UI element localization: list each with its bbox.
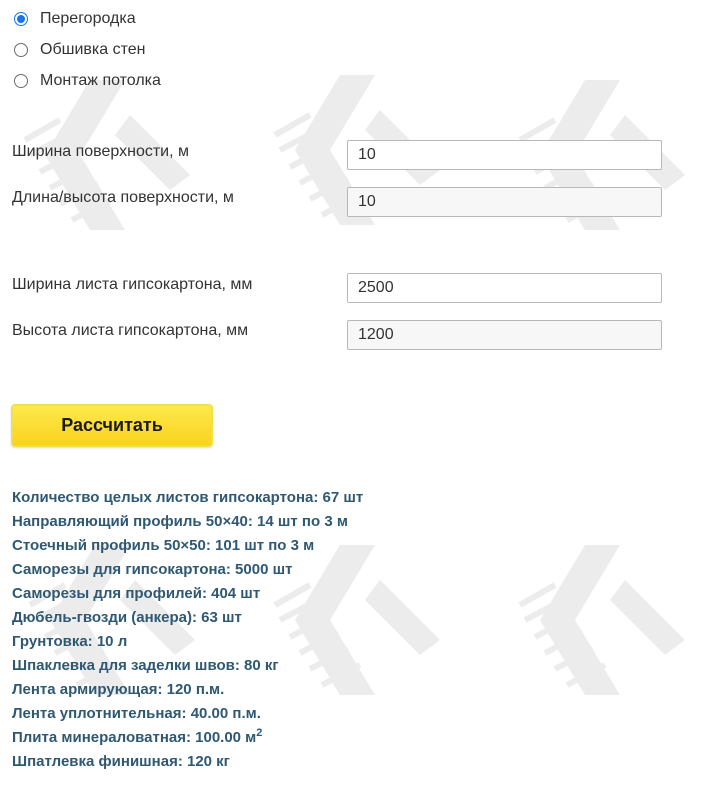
result-item: Стоечный профиль 50×50: 101 шт по 3 м: [12, 537, 315, 554]
radio-button-partition[interactable]: [14, 12, 28, 26]
result-item: Саморезы для профилей: 404 шт: [12, 585, 261, 602]
surface-width-input[interactable]: [347, 140, 662, 170]
radio-option-partition[interactable]: Перегородка: [14, 8, 136, 30]
area-unit-superscript: 2: [256, 727, 263, 739]
result-item: Шпаклевка для заделки швов: 80 кг: [12, 657, 279, 674]
results-list: Количество целых листов гипсокартона: 67…: [12, 486, 363, 774]
result-item: Шпатлевка финишная: 120 кг: [12, 753, 230, 770]
radio-label-partition: Перегородка: [40, 10, 136, 27]
radio-label-wall-cladding: Обшивка стен: [40, 41, 146, 58]
result-item: Грунтовка: 10 л: [12, 633, 128, 650]
calculate-button[interactable]: Рассчитать: [11, 404, 213, 447]
surface-length-label: Длина/высота поверхности, м: [12, 189, 234, 206]
radio-label-ceiling-mounting: Монтаж потолка: [40, 72, 161, 89]
result-item: Количество целых листов гипсокартона: 67…: [12, 489, 364, 506]
result-item: Лента армирующая: 120 п.м.: [12, 681, 225, 698]
result-item-text: Плита минераловатная: 100.00 м: [12, 729, 257, 746]
result-item: Направляющий профиль 50×40: 14 шт по 3 м: [12, 513, 348, 530]
result-item: Лента уплотнительная: 40.00 п.м.: [12, 705, 261, 722]
watermark-logo-icon: [518, 545, 685, 695]
result-item: Саморезы для гипсокартона: 5000 шт: [12, 561, 293, 578]
radio-option-ceiling-mounting[interactable]: Монтаж потолка: [14, 70, 161, 92]
surface-length-input[interactable]: [347, 187, 662, 217]
radio-button-wall-cladding[interactable]: [14, 43, 28, 57]
radio-button-ceiling-mounting[interactable]: [14, 74, 28, 88]
sheet-height-input[interactable]: [347, 320, 662, 350]
result-item: Плита минераловатная: 100.00 м2: [12, 726, 363, 750]
radio-option-wall-cladding[interactable]: Обшивка стен: [14, 39, 145, 61]
sheet-width-label: Ширина листа гипсокартона, мм: [12, 276, 253, 293]
sheet-width-input[interactable]: [347, 273, 662, 303]
result-item: Дюбель-гвозди (анкера): 63 шт: [12, 609, 242, 626]
sheet-height-label: Высота листа гипсокартона, мм: [12, 322, 249, 339]
surface-width-label: Ширина поверхности, м: [12, 143, 190, 160]
